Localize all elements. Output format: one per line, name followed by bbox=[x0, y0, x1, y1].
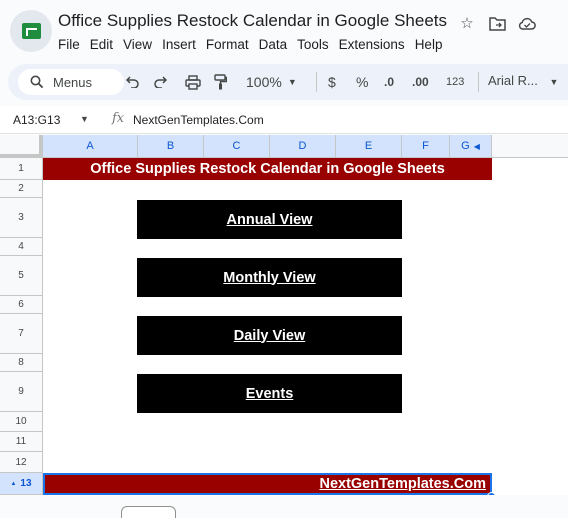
row-header[interactable]: 3 bbox=[0, 198, 43, 238]
column-header-b[interactable]: B bbox=[138, 135, 204, 158]
function-icon: fx bbox=[112, 111, 125, 126]
row-header[interactable]: 10 bbox=[0, 412, 43, 432]
menu-insert[interactable]: Insert bbox=[162, 37, 204, 52]
menus-search[interactable]: Menus bbox=[18, 69, 124, 95]
name-box[interactable]: A13:G13 bbox=[13, 113, 60, 127]
chevron-right-icon: ◀ bbox=[473, 141, 480, 151]
increase-decimal-label: .00 bbox=[412, 75, 429, 89]
column-header-g[interactable]: G ◀ bbox=[450, 135, 492, 158]
bottom-bar bbox=[0, 495, 568, 518]
undo-icon[interactable] bbox=[126, 72, 140, 92]
title-bar: Office Supplies Restock Calendar in Goog… bbox=[0, 0, 568, 60]
sheet-tab[interactable] bbox=[121, 506, 176, 518]
menu-file[interactable]: File bbox=[58, 37, 88, 52]
toolbar-divider bbox=[316, 72, 317, 92]
formula-bar: A13:G13 ▼ fx NextGenTemplates.Com bbox=[0, 106, 568, 134]
cell-area-outside[interactable] bbox=[492, 158, 568, 495]
row-header[interactable]: 7 bbox=[0, 314, 43, 354]
print-icon[interactable] bbox=[185, 72, 201, 92]
font-family-value: Arial R... bbox=[488, 73, 538, 88]
menu-data[interactable]: Data bbox=[259, 37, 296, 52]
paint-format-icon[interactable] bbox=[214, 72, 227, 92]
document-title[interactable]: Office Supplies Restock Calendar in Goog… bbox=[58, 11, 447, 31]
menu-view[interactable]: View bbox=[123, 37, 160, 52]
row-header[interactable]: 6 bbox=[0, 296, 43, 314]
increase-decimal-button[interactable]: .00 bbox=[412, 72, 429, 92]
sheets-logo-icon[interactable] bbox=[10, 10, 52, 52]
font-family-select[interactable]: Arial R... ▼ bbox=[488, 73, 558, 88]
toolbar-divider bbox=[478, 72, 479, 92]
column-header-d[interactable]: D bbox=[270, 135, 336, 158]
spreadsheet-grid: A B C D E F G ◀ 1 2 3 4 5 6 7 8 9 10 11 … bbox=[0, 135, 568, 501]
column-label: G bbox=[461, 140, 470, 152]
annual-view-button[interactable]: Annual View bbox=[137, 200, 402, 239]
column-header-empty bbox=[492, 135, 568, 158]
select-all-corner[interactable] bbox=[0, 135, 43, 158]
move-folder-icon[interactable] bbox=[488, 14, 506, 32]
cloud-status-icon[interactable] bbox=[518, 14, 536, 32]
menu-extensions[interactable]: Extensions bbox=[339, 37, 413, 52]
menu-format[interactable]: Format bbox=[206, 37, 257, 52]
formula-input[interactable]: NextGenTemplates.Com bbox=[133, 113, 264, 127]
daily-view-button[interactable]: Daily View bbox=[137, 316, 402, 355]
menu-bar: File Edit View Insert Format Data Tools … bbox=[58, 37, 452, 52]
events-button[interactable]: Events bbox=[137, 374, 402, 413]
search-icon bbox=[30, 75, 44, 89]
chevron-down-icon: ▼ bbox=[287, 77, 297, 87]
currency-format-button[interactable]: $ bbox=[328, 72, 336, 92]
decrease-decimal-button[interactable]: .0 bbox=[384, 72, 394, 92]
row-header[interactable]: 4 bbox=[0, 238, 43, 256]
monthly-view-button[interactable]: Monthly View bbox=[137, 258, 402, 297]
row-header[interactable]: 9 bbox=[0, 372, 43, 412]
chevron-down-icon[interactable]: ▼ bbox=[80, 114, 89, 124]
column-header-a[interactable]: A bbox=[43, 135, 138, 158]
row-header[interactable]: 1 bbox=[0, 158, 43, 180]
row-header[interactable]: 2 bbox=[0, 180, 43, 198]
more-formats-button[interactable]: 123 bbox=[446, 72, 464, 92]
decrease-decimal-label: .0 bbox=[384, 75, 395, 89]
menus-search-label: Menus bbox=[53, 74, 93, 90]
menu-tools[interactable]: Tools bbox=[297, 37, 337, 52]
row-header[interactable]: 12 bbox=[0, 452, 43, 473]
column-header-e[interactable]: E bbox=[336, 135, 402, 158]
row-label: 13 bbox=[20, 478, 32, 489]
percent-format-button[interactable]: % bbox=[356, 72, 368, 92]
redo-icon[interactable] bbox=[153, 72, 167, 92]
footer-link-cell[interactable]: NextGenTemplates.Com bbox=[43, 473, 492, 495]
zoom-value: 100% bbox=[246, 74, 282, 90]
row-header[interactable]: 8 bbox=[0, 354, 43, 372]
column-header-f[interactable]: F bbox=[402, 135, 450, 158]
row-resize-icon: ▲ bbox=[10, 480, 17, 487]
menu-help[interactable]: Help bbox=[415, 37, 451, 52]
toolbar: Menus 100% ▼ $ % .0 .00 123 Arial R... ▼ bbox=[8, 64, 568, 100]
row-header-selected[interactable]: ▲ 13 bbox=[0, 473, 43, 495]
column-header-c[interactable]: C bbox=[204, 135, 270, 158]
sheet-title-cell[interactable]: Office Supplies Restock Calendar in Goog… bbox=[43, 158, 492, 180]
menu-edit[interactable]: Edit bbox=[90, 37, 121, 52]
row-header[interactable]: 5 bbox=[0, 256, 43, 296]
zoom-select[interactable]: 100% ▼ bbox=[246, 72, 297, 92]
chevron-down-icon: ▼ bbox=[549, 77, 559, 87]
row-header[interactable]: 11 bbox=[0, 432, 43, 452]
star-icon[interactable]: ☆ bbox=[458, 14, 476, 32]
